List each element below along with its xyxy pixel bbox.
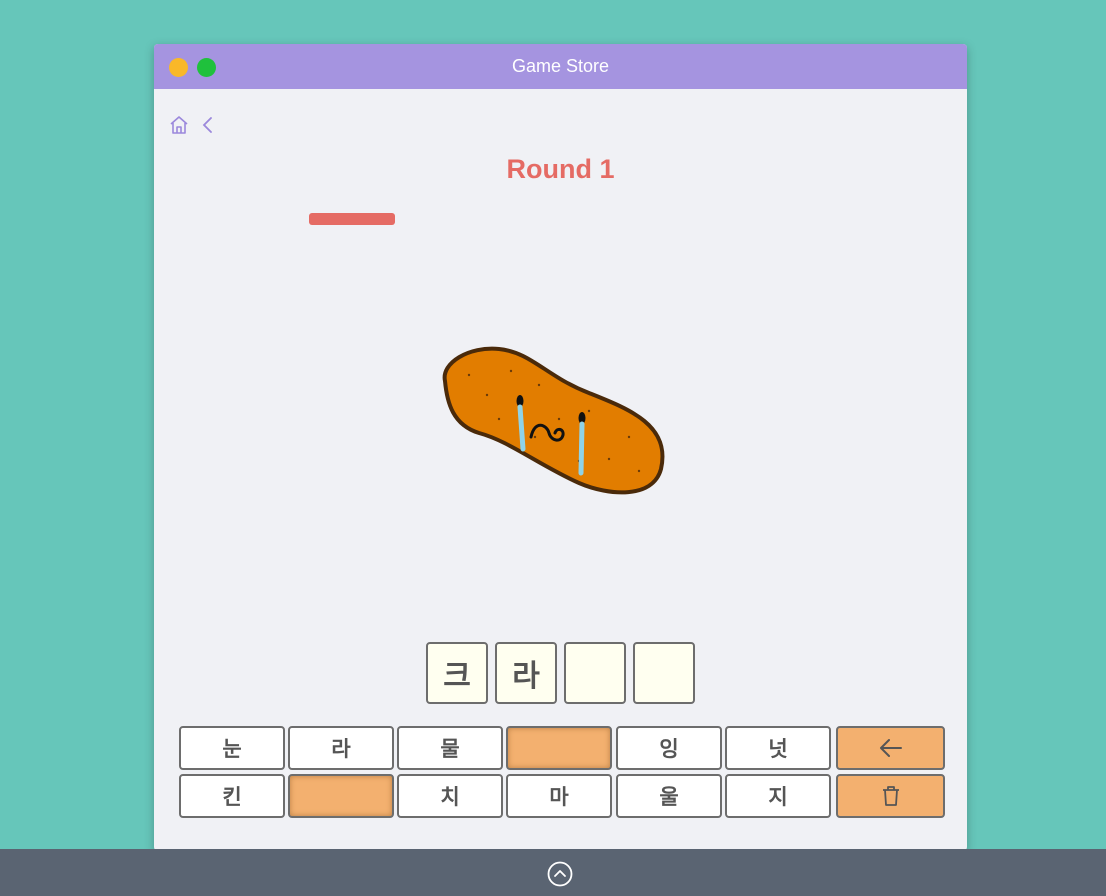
arrow-left-icon xyxy=(879,739,902,757)
window-title: Game Store xyxy=(511,56,610,76)
syllable-key-used[interactable] xyxy=(288,774,394,818)
syllable-key[interactable]: 치 xyxy=(397,774,503,818)
syllable-key[interactable]: 지 xyxy=(725,774,831,818)
clear-button[interactable] xyxy=(836,774,945,818)
syllable-key[interactable]: 넛 xyxy=(725,726,831,770)
backspace-button[interactable] xyxy=(836,726,945,770)
answer-slot[interactable]: 라 xyxy=(495,642,557,704)
syllable-key[interactable]: 눈 xyxy=(179,726,285,770)
syllable-key[interactable]: 잉 xyxy=(616,726,722,770)
game-window: Game Store Round 1 크 라 눈 라 물 잉 넛 킨 치 마 울… xyxy=(154,44,967,851)
syllable-key[interactable]: 울 xyxy=(616,774,722,818)
timer-bar xyxy=(309,213,395,225)
round-title: Round 1 xyxy=(506,154,615,184)
crying-peanut-illustration xyxy=(442,346,665,495)
syllable-key[interactable]: 마 xyxy=(506,774,612,818)
title-bar: Game Store xyxy=(154,44,967,89)
chevron-left-icon[interactable] xyxy=(198,114,216,136)
home-icon[interactable] xyxy=(168,114,190,136)
taskbar xyxy=(0,849,1106,896)
answer-slot[interactable]: 크 xyxy=(426,642,488,704)
chevron-up-circle-icon[interactable] xyxy=(547,861,573,887)
answer-slots: 크 라 xyxy=(426,642,695,704)
syllable-key[interactable]: 물 xyxy=(397,726,503,770)
answer-slot[interactable] xyxy=(633,642,695,704)
syllable-key-used[interactable] xyxy=(506,726,612,770)
trash-icon xyxy=(882,786,899,806)
syllable-key[interactable]: 라 xyxy=(288,726,394,770)
syllable-key[interactable]: 킨 xyxy=(179,774,285,818)
answer-slot[interactable] xyxy=(564,642,626,704)
